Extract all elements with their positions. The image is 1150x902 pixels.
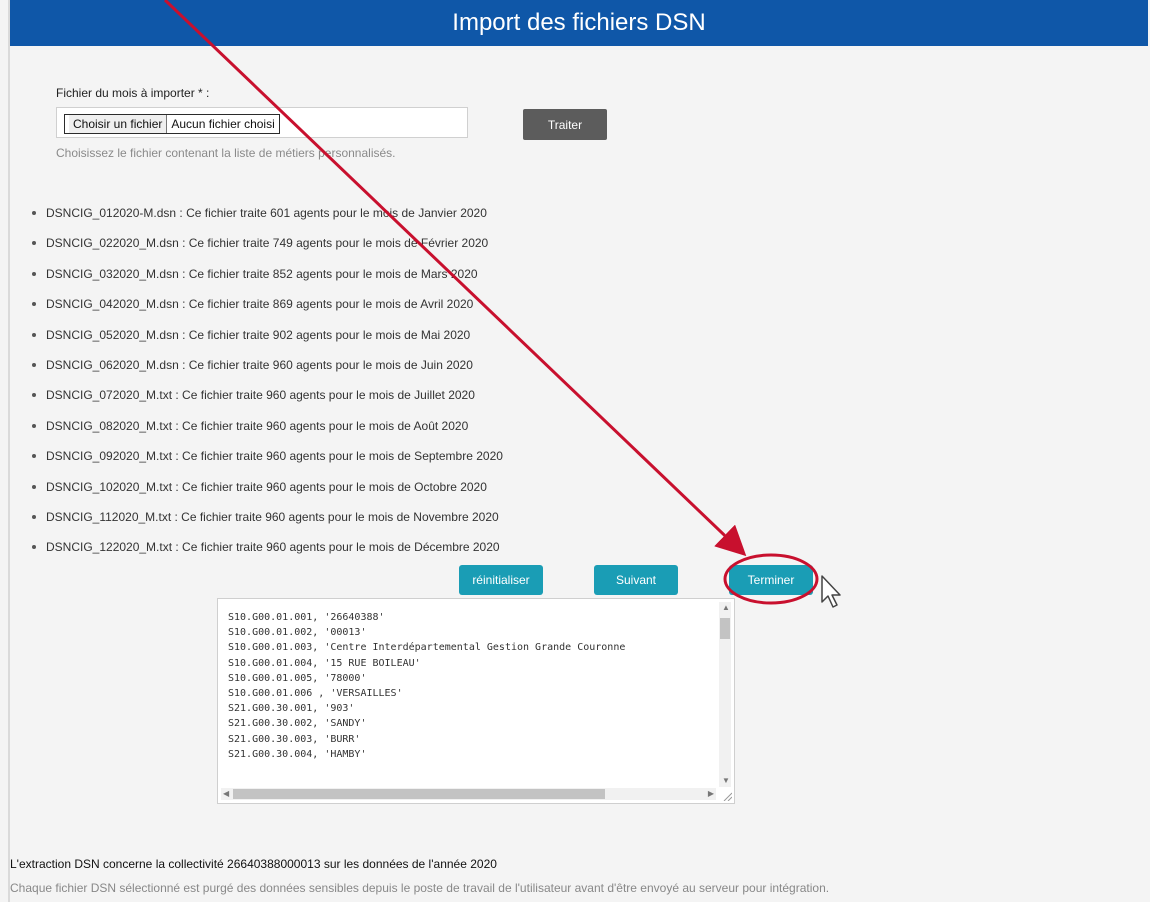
- scroll-up-icon[interactable]: ▲: [722, 604, 730, 612]
- code-line: S21.G00.30.003, 'BURR': [228, 733, 361, 745]
- list-item: DSNCIG_122020_M.txt : Ce fichier traite …: [32, 537, 503, 567]
- file-input[interactable]: Choisir un fichier Aucun fichier choisi: [64, 114, 280, 134]
- list-item: DSNCIG_102020_M.txt : Ce fichier traite …: [32, 477, 503, 507]
- code-line: S10.G00.01.004, '15 RUE BOILEAU': [228, 657, 421, 669]
- list-item: DSNCIG_112020_M.txt : Ce fichier traite …: [32, 507, 503, 537]
- code-line: S10.G00.01.005, '78000': [228, 672, 367, 684]
- list-item: DSNCIG_012020-M.dsn : Ce fichier traite …: [32, 203, 503, 233]
- code-line: S10.G00.01.003, 'Centre Interdépartement…: [228, 642, 626, 654]
- process-button[interactable]: Traiter: [523, 109, 607, 140]
- imported-file-list: DSNCIG_012020-M.dsn : Ce fichier traite …: [32, 203, 503, 568]
- code-line: S21.G00.30.002, 'SANDY': [228, 718, 367, 730]
- no-file-text: Aucun fichier choisi: [171, 117, 275, 131]
- list-item: DSNCIG_062020_M.dsn : Ce fichier traite …: [32, 355, 503, 385]
- list-item: DSNCIG_052020_M.dsn : Ce fichier traite …: [32, 325, 503, 355]
- list-item: DSNCIG_042020_M.dsn : Ce fichier traite …: [32, 294, 503, 324]
- dsn-content-textarea[interactable]: S10.G00.01.001, '26640388' S10.G00.01.00…: [217, 598, 735, 804]
- horizontal-scrollbar[interactable]: ◀ ▶: [221, 788, 716, 800]
- list-item: DSNCIG_072020_M.txt : Ce fichier traite …: [32, 385, 503, 415]
- code-line: S10.G00.01.002, '00013': [228, 627, 367, 639]
- code-line: S21.G00.30.001, '903': [228, 703, 355, 715]
- page-title: Import des fichiers DSN: [452, 9, 706, 36]
- vertical-scroll-thumb[interactable]: [720, 618, 730, 639]
- code-lines: S10.G00.01.001, '26640388' S10.G00.01.00…: [228, 610, 718, 790]
- resize-grip-icon[interactable]: [722, 791, 732, 801]
- next-button[interactable]: Suivant: [594, 565, 678, 595]
- list-item: DSNCIG_032020_M.dsn : Ce fichier traite …: [32, 264, 503, 294]
- choose-file-button[interactable]: Choisir un fichier: [69, 115, 168, 133]
- file-field-label: Fichier du mois à importer * :: [56, 86, 210, 100]
- list-item: DSNCIG_082020_M.txt : Ce fichier traite …: [32, 416, 503, 446]
- file-input-container: Choisir un fichier Aucun fichier choisi: [56, 107, 468, 138]
- scroll-right-icon[interactable]: ▶: [708, 790, 714, 798]
- extraction-summary: L'extraction DSN concerne la collectivit…: [10, 857, 497, 871]
- vertical-scrollbar[interactable]: ▲ ▼: [719, 602, 731, 787]
- list-item: DSNCIG_022020_M.dsn : Ce fichier traite …: [32, 233, 503, 263]
- mouse-pointer-icon: [821, 575, 841, 608]
- code-line: S10.G00.01.001, '26640388': [228, 612, 385, 623]
- page-header: Import des fichiers DSN: [10, 0, 1148, 46]
- reset-button[interactable]: réinitialiser: [459, 565, 543, 595]
- code-line: S10.G00.01.006 , 'VERSAILLES': [228, 687, 403, 699]
- horizontal-scroll-thumb[interactable]: [233, 789, 605, 799]
- privacy-note: Chaque fichier DSN sélectionné est purgé…: [10, 881, 830, 895]
- page-left-border: [8, 0, 10, 902]
- list-item: DSNCIG_092020_M.txt : Ce fichier traite …: [32, 446, 503, 476]
- file-hint: Choisissez le fichier contenant la liste…: [56, 146, 396, 160]
- scroll-left-icon[interactable]: ◀: [223, 790, 229, 798]
- finish-button[interactable]: Terminer: [729, 565, 813, 595]
- code-line: S21.G00.30.004, 'HAMBY': [228, 748, 367, 760]
- scroll-down-icon[interactable]: ▼: [722, 777, 730, 785]
